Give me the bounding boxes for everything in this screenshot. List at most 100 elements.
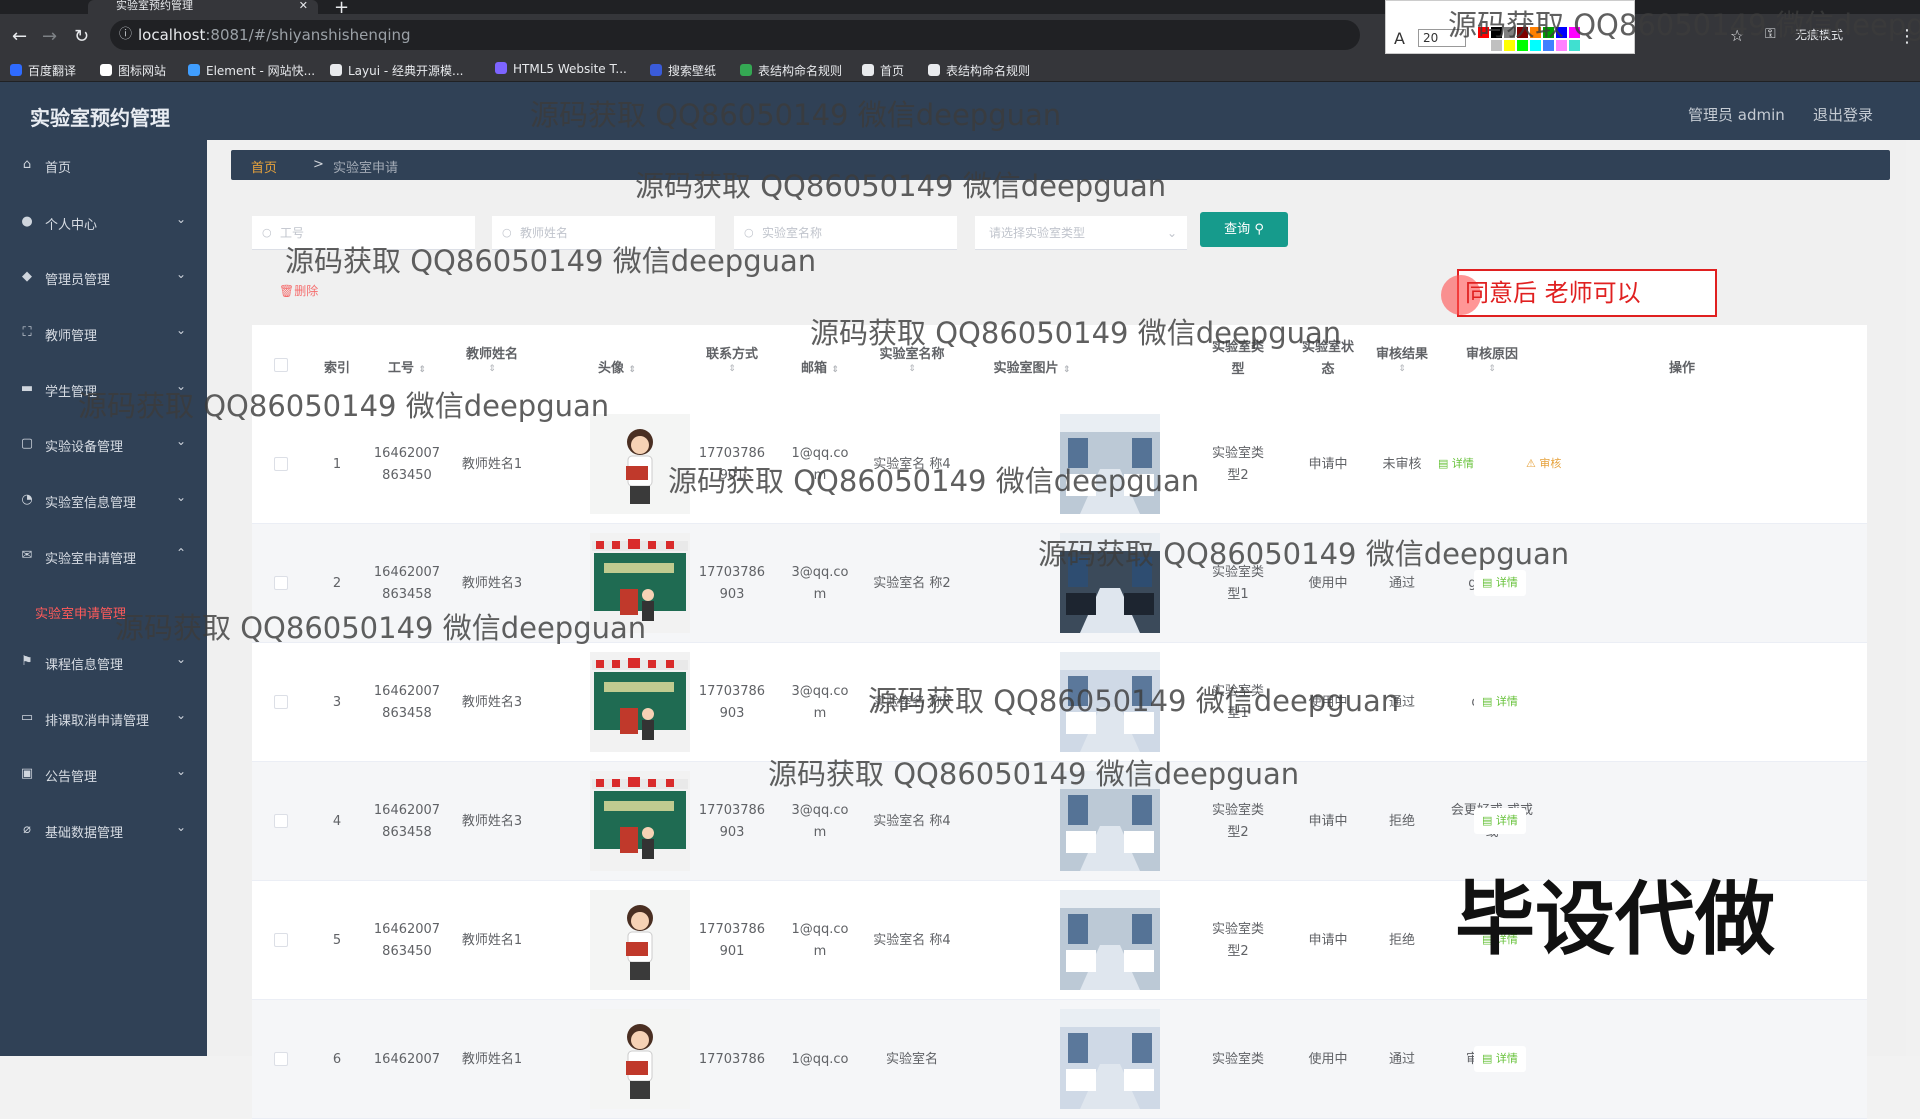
sidebar-item[interactable]: ✉ 实验室申请管理 ⌃ (0, 537, 207, 577)
sort-icon[interactable]: ⇕ (687, 364, 777, 374)
tab-close-icon[interactable]: ✕ (299, 0, 308, 12)
sort-icon[interactable]: ⇕ (1063, 365, 1071, 375)
teacher-name-input[interactable]: ○ 教师姓名 (492, 216, 715, 250)
bookmark-item[interactable]: Element - 网站快... (188, 62, 315, 79)
bookmark-item[interactable]: 搜索壁纸 (650, 62, 716, 79)
table-row[interactable]: 3 16462007 863458 教师姓名3 17703786 903 3@qq.co… (252, 643, 1867, 762)
color-swatch[interactable] (1530, 27, 1541, 38)
row-checkbox[interactable] (274, 576, 288, 590)
sidebar-item[interactable]: ◆ 管理员管理 ⌄ (0, 258, 207, 298)
color-swatch[interactable] (1530, 40, 1541, 51)
chevron-up-icon: ⌃ (176, 546, 187, 560)
row-checkbox[interactable] (274, 1052, 288, 1066)
color-swatch[interactable] (1569, 27, 1580, 38)
bookmark-item[interactable]: 首页 (862, 62, 904, 79)
breadcrumb-separator: > (313, 157, 324, 172)
select-all-checkbox[interactable] (274, 358, 288, 372)
site-info-icon[interactable]: ⓘ (119, 20, 132, 50)
sidebar-item[interactable]: ● 个人中心 ⌄ (0, 203, 207, 243)
color-swatch[interactable] (1543, 27, 1554, 38)
sort-icon[interactable]: ⇕ (447, 364, 537, 374)
color-swatch[interactable] (1517, 27, 1528, 38)
table-row[interactable]: 6 16462007 教师姓名1 17703786 1@qq.co 实验室名 实验室类 使用中… (252, 1000, 1867, 1119)
key-icon[interactable]: ⚿ (1765, 26, 1776, 42)
bookmark-item[interactable]: 百度翻译 (10, 62, 76, 79)
audit-button[interactable]: ⚠ 审核 (1518, 451, 1570, 477)
cell-email: 1@qq.co m (785, 405, 855, 524)
sidebar-item[interactable]: ▢ 实验设备管理 ⌄ (0, 425, 207, 465)
query-button[interactable]: 查询 ⚲ (1200, 212, 1288, 247)
detail-button[interactable]: ▤ 详情 (1430, 451, 1482, 477)
cell-contact: 17703786 901 (687, 405, 777, 524)
breadcrumb-home[interactable]: 首页 (251, 157, 277, 176)
color-swatch[interactable] (1491, 40, 1502, 51)
sidebar-item[interactable]: ▣ 公告管理 ⌄ (0, 755, 207, 795)
url-field[interactable]: ⓘ localhost:8081/#/shiyanshishenqing (110, 20, 1360, 50)
sort-icon[interactable]: ⇕ (419, 365, 427, 375)
table-row[interactable]: 1 16462007 863450 教师姓名1 17703786 901 1@qq.co… (252, 405, 1867, 524)
detail-button[interactable]: ▤ 详情 (1474, 689, 1526, 715)
teacher-icon: ⛶ (22, 325, 32, 340)
menu-icon[interactable]: ⋮ (1898, 26, 1916, 47)
browser-tab[interactable]: 实验室预约管理 ✕ (88, 0, 318, 14)
color-swatch[interactable] (1556, 40, 1567, 51)
color-swatch[interactable] (1569, 40, 1580, 51)
color-swatch[interactable] (1517, 40, 1528, 51)
font-size-select[interactable]: 20 (1418, 29, 1466, 47)
back-icon[interactable]: ← (12, 26, 27, 47)
color-swatch[interactable] (1491, 27, 1502, 38)
sidebar-item[interactable]: ⌀ 基础数据管理 ⌄ (0, 811, 207, 851)
bookmark-item[interactable]: Layui - 经典开源模... (330, 62, 463, 79)
sidebar-item[interactable]: ⛶ 教师管理 ⌄ (0, 314, 207, 354)
sidebar-item[interactable]: ⌂ 首页 (0, 146, 207, 186)
color-swatch[interactable] (1504, 27, 1515, 38)
cell-contact: 17703786 903 (687, 762, 777, 881)
row-checkbox[interactable] (274, 814, 288, 828)
reload-icon[interactable]: ↻ (74, 26, 89, 47)
sort-icon[interactable]: ⇕ (1357, 364, 1447, 374)
sort-icon[interactable]: ⇕ (832, 365, 840, 375)
row-checkbox[interactable] (274, 933, 288, 947)
cell-teacher-name-text: 教师姓名3 (461, 694, 523, 710)
detail-button[interactable]: ▤ 详情 (1474, 808, 1526, 834)
row-checkbox[interactable] (274, 695, 288, 709)
bookmark-item[interactable]: HTML5 Website T... (495, 62, 627, 76)
logout-link[interactable]: 退出登录 (1813, 104, 1873, 125)
table-row[interactable]: 2 16462007 863458 教师姓名3 17703786 903 3@qq.co… (252, 524, 1867, 643)
sidebar-item[interactable]: ▭ 排课取消申请管理 ⌄ (0, 699, 207, 739)
color-swatch[interactable] (1543, 40, 1554, 51)
sort-icon[interactable]: ⇕ (862, 364, 962, 374)
star-icon[interactable]: ☆ (1730, 26, 1744, 45)
sidebar-item[interactable]: ⚑ 课程信息管理 ⌄ (0, 643, 207, 683)
color-swatch[interactable] (1478, 40, 1489, 51)
detail-button[interactable]: ▤ 详情 (1474, 1046, 1526, 1072)
delete-button[interactable]: 🗑删除 (279, 282, 318, 299)
sidebar-subitem-active[interactable]: 实验室申请管理 (35, 603, 126, 622)
font-icon[interactable]: A (1394, 29, 1405, 48)
sidebar-item[interactable]: ▬ 学生管理 ⌄ (0, 370, 207, 410)
color-swatch[interactable] (1504, 40, 1515, 51)
lab-type-select[interactable]: 请选择实验室类型 ⌄ (975, 216, 1187, 250)
lab-name-input[interactable]: ○ 实验室名称 (734, 216, 957, 250)
sort-icon[interactable]: ⇕ (1447, 364, 1537, 374)
page-scrollbar[interactable] (1906, 140, 1920, 1056)
teacher-avatar (590, 890, 690, 990)
bookmark-label: 搜索壁纸 (668, 64, 717, 78)
cell-audit-result: 通过 (1357, 524, 1447, 643)
cell-lab-type: 实验室类 型2 (1212, 405, 1264, 524)
bookmark-item[interactable]: 表结构命名规则 (740, 62, 842, 79)
chevron-down-icon: ⌄ (176, 379, 187, 393)
job-number-input[interactable]: ○ 工号 (252, 216, 475, 250)
bookmark-item[interactable]: 图标网站 (100, 62, 166, 79)
bookmark-item[interactable]: 表结构命名规则 (928, 62, 1030, 79)
forward-icon[interactable]: → (42, 26, 57, 47)
cell-lab-status: 申请中 (1302, 405, 1354, 524)
sort-icon[interactable]: ⇕ (629, 365, 637, 375)
sidebar-item[interactable]: ◔ 实验室信息管理 ⌄ (0, 481, 207, 521)
search-icon: ○ (502, 226, 512, 239)
lab-info-icon: ◔ (21, 492, 33, 507)
detail-button[interactable]: ▤ 详情 (1474, 570, 1526, 596)
row-checkbox[interactable] (274, 457, 288, 471)
color-swatch[interactable] (1478, 27, 1489, 38)
color-swatch[interactable] (1556, 27, 1567, 38)
